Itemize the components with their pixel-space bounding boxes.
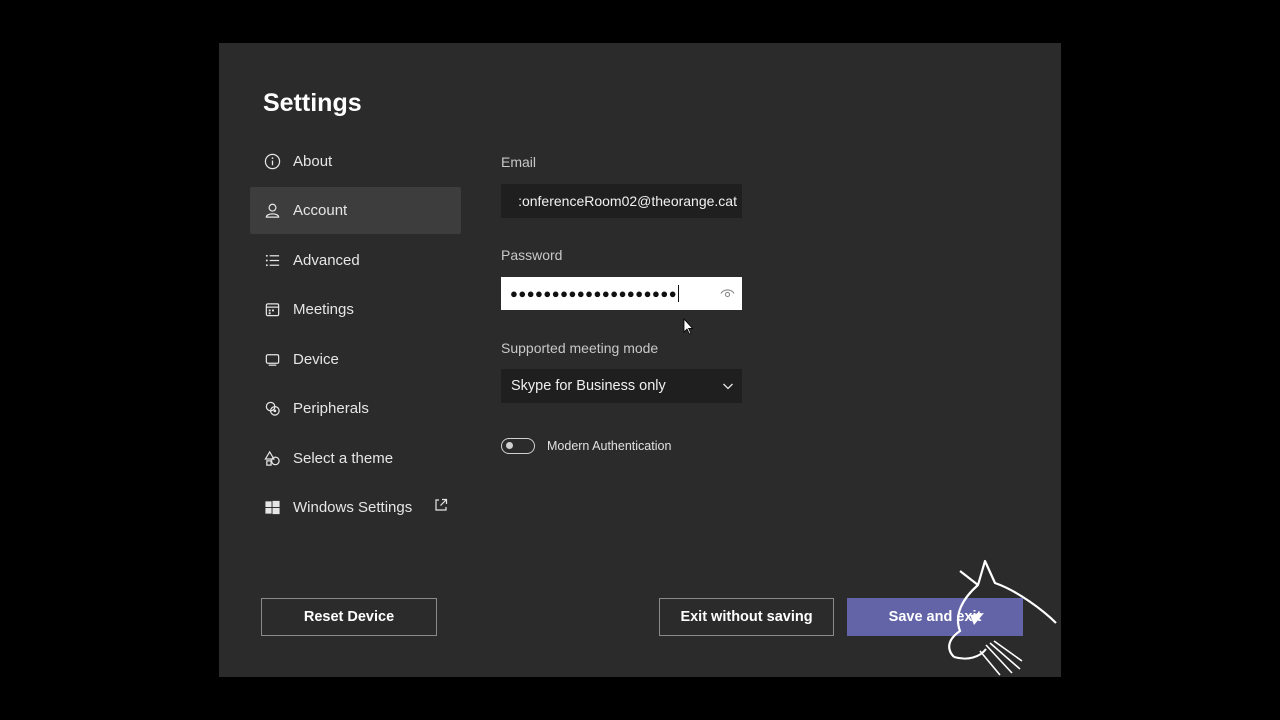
calendar-icon — [263, 301, 281, 319]
page-title: Settings — [263, 89, 362, 117]
password-value: ●●●●●●●●●●●●●●●●●●●● — [510, 286, 678, 301]
chevron-down-icon — [723, 383, 733, 390]
password-label: Password — [501, 247, 563, 263]
sidebar-item-label: About — [293, 153, 333, 170]
password-field[interactable]: ●●●●●●●●●●●●●●●●●●●● — [501, 277, 742, 310]
info-icon — [263, 153, 281, 171]
reset-device-button[interactable]: Reset Device — [261, 598, 437, 636]
meeting-mode-select[interactable]: Skype for Business only — [501, 369, 742, 403]
peripherals-icon — [263, 400, 281, 418]
exit-without-saving-button[interactable]: Exit without saving — [659, 598, 834, 636]
sidebar-item-label: Peripherals — [293, 400, 369, 417]
email-value: :onferenceRoom02@theorange.cat — [518, 193, 737, 209]
sidebar-item-windows-settings[interactable]: Windows Settings — [250, 484, 461, 531]
shapes-icon — [263, 450, 281, 468]
external-link-icon — [435, 498, 448, 511]
meeting-mode-label: Supported meeting mode — [501, 340, 659, 356]
sidebar-item-about[interactable]: About — [250, 138, 461, 185]
settings-panel: Settings About Account Advanced Meetings… — [219, 43, 1061, 677]
sidebar-item-meetings[interactable]: Meetings — [250, 286, 461, 333]
list-icon — [263, 252, 281, 270]
modern-auth-label: Modern Authentication — [547, 439, 672, 453]
person-icon — [263, 202, 281, 220]
sidebar-item-label: Windows Settings — [293, 499, 413, 516]
email-field[interactable]: :onferenceRoom02@theorange.cat — [501, 184, 742, 218]
toggle-knob — [506, 442, 513, 449]
device-icon — [263, 351, 281, 369]
modern-auth-toggle[interactable] — [501, 438, 535, 454]
sidebar-item-peripherals[interactable]: Peripherals — [250, 385, 461, 432]
mouse-cursor-icon — [683, 318, 694, 335]
text-caret — [678, 285, 680, 302]
sidebar-item-label: Advanced — [293, 252, 360, 269]
sidebar-item-label: Meetings — [293, 301, 354, 318]
sidebar-item-label: Select a theme — [293, 450, 394, 467]
sidebar-item-account[interactable]: Account — [250, 187, 461, 234]
cat-logo-icon — [948, 559, 1057, 676]
sidebar-item-device[interactable]: Device — [250, 336, 461, 383]
meeting-mode-value: Skype for Business only — [511, 378, 666, 394]
sidebar-item-label: Device — [293, 351, 339, 368]
windows-icon — [263, 499, 281, 517]
sidebar-item-select-theme[interactable]: Select a theme — [250, 435, 461, 482]
email-label: Email — [501, 154, 537, 170]
eye-icon[interactable] — [720, 287, 735, 300]
sidebar-item-advanced[interactable]: Advanced — [250, 237, 461, 284]
sidebar-item-label: Account — [293, 202, 348, 219]
